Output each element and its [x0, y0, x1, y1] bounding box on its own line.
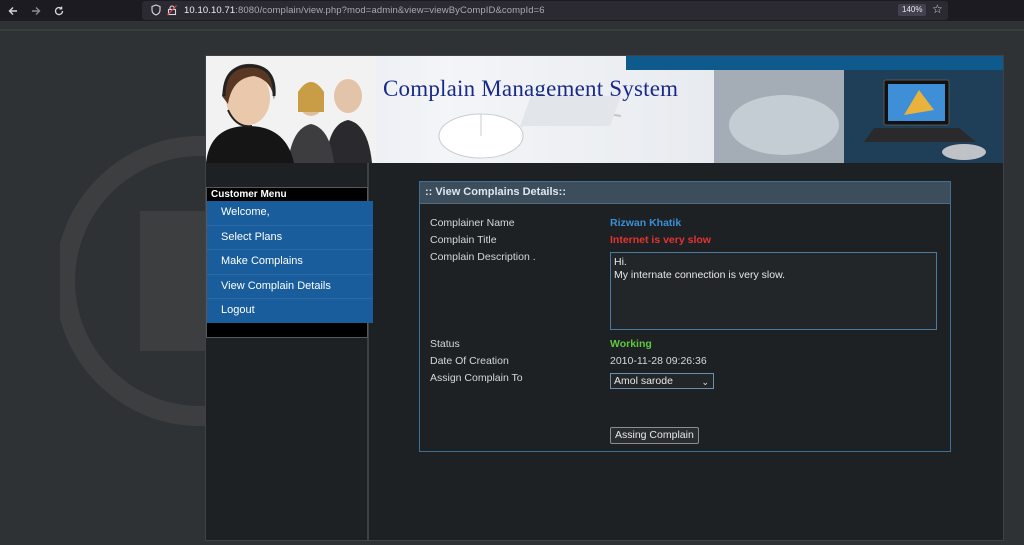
url-text: 10.10.10.71:8080/complain/view.php?mod=a… [184, 5, 545, 16]
menu-item-logout[interactable]: Logout [207, 299, 373, 323]
menu-item-view-complain-details[interactable]: View Complain Details [207, 275, 373, 299]
menu-list: Welcome, Select Plans Make Complains Vie… [207, 201, 373, 323]
assign-selected-value: Amol sarode [614, 375, 673, 387]
chevron-down-icon: ⌄ [701, 377, 709, 387]
forward-arrow-icon[interactable] [27, 2, 45, 19]
address-bar[interactable]: 10.10.10.71:8080/complain/view.php?mod=a… [142, 1, 948, 20]
reload-icon[interactable] [50, 2, 68, 19]
customer-menu: Customer Menu Welcome, Select Plans Make… [206, 187, 373, 338]
laptop-photo [714, 70, 1003, 163]
menu-footer [207, 322, 367, 337]
description-line: My internate connection is very slow. [614, 269, 785, 281]
menu-item-welcome: Welcome, [207, 201, 373, 226]
site-banner: Complain Management System [206, 56, 1003, 163]
banner-stripe [626, 56, 1003, 70]
banner-people-photo [206, 56, 376, 163]
date-of-creation-value: 2010-11-28 09:26:36 [610, 355, 707, 367]
complainer-name-value: Rizwan Khatik [610, 217, 682, 229]
complain-details-panel: :: View Complains Details:: Complainer N… [419, 181, 951, 452]
status-label: Status [430, 338, 460, 350]
mouse-keyboard-art [438, 96, 621, 159]
menu-item-make-complains[interactable]: Make Complains [207, 250, 373, 275]
sidebar-column: Customer Menu Welcome, Select Plans Make… [206, 163, 373, 540]
divider [0, 29, 1024, 31]
complainer-name-label: Complainer Name [430, 217, 515, 229]
browser-toolbar: 10.10.10.71:8080/complain/view.php?mod=a… [0, 0, 1024, 21]
back-arrow-icon[interactable] [4, 2, 22, 19]
assign-complain-label: Assign Complain To [430, 372, 523, 384]
complain-description-label: Complain Description . [430, 251, 536, 263]
complain-description-textarea[interactable]: Hi. My internate connection is very slow… [610, 252, 937, 330]
page-body: Complain Management System Customer Menu… [0, 21, 1024, 545]
customer-menu-header: Customer Menu [207, 188, 367, 201]
panel-header: :: View Complains Details:: [420, 182, 950, 204]
assign-complain-button[interactable]: Assing Complain [610, 427, 699, 444]
status-value: Working [610, 338, 652, 350]
zoom-badge[interactable]: 140% [898, 4, 927, 16]
complain-title-value: Internet is very slow [610, 234, 711, 246]
assign-complain-select[interactable]: Amol sarode ⌄ [610, 373, 714, 389]
insecure-lock-icon[interactable] [166, 4, 178, 16]
shield-icon[interactable] [150, 4, 162, 16]
complain-title-label: Complain Title [430, 234, 497, 246]
star-icon[interactable]: ☆ [932, 2, 943, 16]
menu-item-select-plans[interactable]: Select Plans [207, 226, 373, 250]
site-container: Complain Management System Customer Menu… [205, 55, 1004, 541]
description-line: Hi. [614, 256, 627, 268]
date-of-creation-label: Date Of Creation [430, 355, 509, 367]
